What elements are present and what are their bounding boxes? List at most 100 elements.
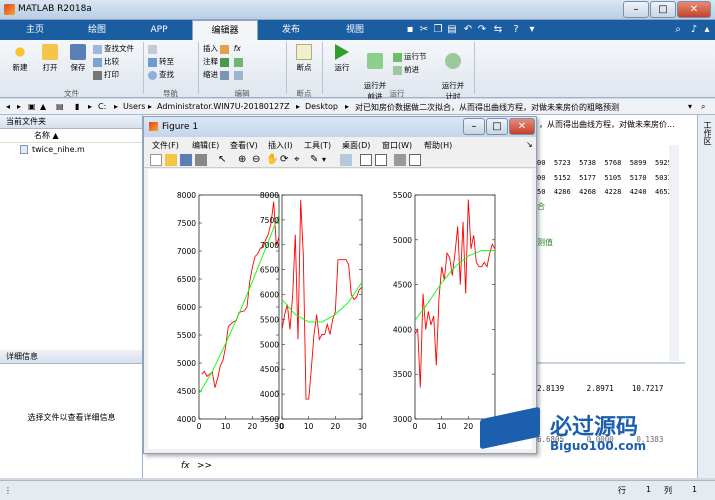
bell-icon[interactable]: ♪	[688, 24, 700, 36]
nav-back-forward[interactable]	[148, 42, 193, 55]
comment-label: 注释	[203, 57, 218, 66]
menu-tools[interactable]: 工具(T)	[304, 140, 331, 151]
path-arrow: ▸	[88, 102, 93, 111]
tab-publish[interactable]: 发布	[258, 20, 324, 40]
undo-icon[interactable]: ↶	[462, 24, 474, 36]
data-row: 00 5723 5738 5768 5899 5925	[537, 159, 672, 167]
tab-plots[interactable]: 绘图	[66, 20, 128, 40]
tab-home[interactable]: 主页	[4, 20, 66, 40]
link-plot-icon[interactable]	[340, 154, 352, 166]
file-group-label: 文件	[64, 89, 79, 98]
forward-icon[interactable]: ▸	[17, 102, 21, 111]
menu-desktop[interactable]: 桌面(D)	[342, 140, 370, 151]
legend-icon[interactable]	[375, 154, 387, 166]
menu-edit[interactable]: 编辑(E)	[192, 140, 219, 151]
breakpoints-button[interactable]: 断点	[290, 44, 318, 73]
figure-window[interactable]: Figure 1 – □ ✕ 文件(F) 编辑(E) 查看(V) 插入(I) 工…	[143, 116, 537, 454]
run-label: 运行	[334, 63, 350, 72]
redo-icon[interactable]: ↷	[476, 24, 488, 36]
editor-scrollbar[interactable]	[669, 145, 679, 361]
path-dropdown-icon[interactable]: ▾	[688, 102, 692, 111]
y-tick-label: 3000	[393, 415, 412, 424]
quick-save-icon[interactable]: ▪	[404, 24, 416, 36]
back-icon[interactable]: ◂	[6, 102, 10, 111]
menu-view[interactable]: 查看(V)	[230, 140, 258, 151]
close-button[interactable]: ✕	[677, 1, 711, 18]
brush-icon[interactable]: ✎	[310, 154, 322, 166]
window-title: MATLAB R2018a	[18, 4, 92, 14]
menu-insert[interactable]: 插入(I)	[268, 140, 293, 151]
run-section-icon	[393, 52, 402, 62]
menu-window[interactable]: 窗口(W)	[382, 140, 412, 151]
colorbar-icon[interactable]	[360, 154, 372, 166]
zoom-out-icon[interactable]: ⊖	[252, 154, 264, 166]
file-name: twice_nihe.m	[32, 145, 85, 154]
print-figure-icon[interactable]	[195, 154, 207, 166]
indent-button[interactable]: 缩进	[203, 68, 283, 81]
divider	[198, 42, 199, 94]
minimize-button[interactable]: –	[623, 1, 649, 18]
figure-close-button[interactable]: ✕	[509, 118, 535, 135]
rotate-icon[interactable]: ⟳	[280, 154, 292, 166]
x-tick-label: 20	[331, 422, 341, 431]
find-button[interactable]: 查找	[148, 68, 193, 81]
compare-button[interactable]: 比较	[93, 55, 141, 68]
save-button[interactable]: 保存	[64, 44, 92, 73]
maximize-button[interactable]: □	[650, 1, 676, 18]
advance-button[interactable]: 前进	[393, 63, 437, 76]
comment-button[interactable]: 注释	[203, 55, 283, 68]
copy-icon[interactable]: ❐	[432, 24, 444, 36]
current-folder-title: 当前文件夹	[0, 115, 142, 129]
path-search-icon[interactable]: ⌕	[701, 102, 705, 112]
path-segment-users[interactable]: Users	[123, 102, 145, 111]
tab-editor[interactable]: 编辑器	[192, 20, 258, 40]
zoom-in-icon[interactable]: ⊕	[238, 154, 250, 166]
run-section-button[interactable]: 运行节	[393, 50, 437, 63]
figure-minimize-button[interactable]: –	[463, 118, 485, 135]
new-button[interactable]: 新建	[6, 44, 34, 73]
brush-dropdown-icon[interactable]: ▾	[322, 154, 334, 166]
collapse-toolstrip-icon[interactable]: ▴	[701, 24, 713, 36]
figure-maximize-button[interactable]: □	[486, 118, 508, 135]
data-cursor-icon[interactable]: ⌖	[294, 154, 306, 166]
print-button[interactable]: 打印	[93, 68, 141, 81]
play-icon	[335, 44, 349, 60]
show-plot-tools-icon[interactable]	[409, 154, 421, 166]
community-icon[interactable]: ▾	[526, 24, 538, 36]
up-folder-icon[interactable]: ▲	[40, 102, 46, 111]
path-segment-user[interactable]: Administrator.WIN7U-20180127Z	[157, 102, 290, 111]
menu-file[interactable]: 文件(F)	[152, 140, 179, 151]
open-folder-icon[interactable]: ▣	[28, 102, 36, 111]
dock-arrow-icon[interactable]: ↘	[526, 140, 533, 149]
help-icon[interactable]: ?	[510, 24, 522, 36]
pan-icon[interactable]: ✋	[266, 154, 278, 166]
run-button[interactable]: 运行	[328, 44, 356, 73]
find-files-button[interactable]: 查找文件	[93, 42, 141, 55]
column-header-name[interactable]: 名称 ▲	[0, 129, 142, 143]
run-advance-icon	[367, 53, 383, 69]
tab-apps[interactable]: APP	[128, 20, 190, 40]
cut-icon[interactable]: ✂	[418, 24, 430, 36]
x-tick-label: 20	[248, 422, 258, 431]
search-icon[interactable]: ⌕	[672, 24, 684, 36]
path-segment-drive[interactable]: C:	[98, 102, 106, 111]
tab-view[interactable]: 视图	[324, 20, 386, 40]
divider	[535, 362, 685, 364]
path-segment-project[interactable]: 对已知房价数据做二次拟合，从而得出曲线方程，对做未来房价的粗略预测	[355, 102, 685, 113]
paste-icon[interactable]: ▤	[446, 24, 458, 36]
open-file-icon[interactable]	[165, 154, 177, 166]
current-folder-address-bar[interactable]: ◂ ▸ ▣ ▲ ▤ ▮ ▸ C: ▸ Users ▸ Administrator…	[0, 99, 715, 115]
path-segment-desktop[interactable]: Desktop	[305, 102, 338, 111]
file-row[interactable]: twice_nihe.m	[0, 143, 142, 157]
browse-icon[interactable]: ▤	[56, 102, 64, 111]
menu-help[interactable]: 帮助(H)	[424, 140, 452, 151]
goto-button[interactable]: 转至	[148, 55, 193, 68]
pointer-icon[interactable]: ↖	[218, 154, 230, 166]
switch-windows-icon[interactable]: ⇆	[492, 24, 504, 36]
hide-plot-tools-icon[interactable]	[394, 154, 406, 166]
insert-button[interactable]: 插入 fx	[203, 42, 283, 55]
new-figure-icon[interactable]	[150, 154, 162, 166]
details-title: 详细信息	[0, 350, 142, 364]
save-figure-icon[interactable]	[180, 154, 192, 166]
open-button[interactable]: 打开	[36, 44, 64, 73]
